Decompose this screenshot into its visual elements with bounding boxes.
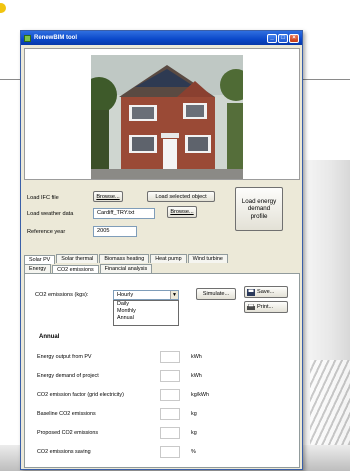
energy-demand-field xyxy=(160,370,180,382)
energy-output-label: Energy output from PV xyxy=(37,354,92,360)
energy-demand-unit: kWh xyxy=(191,373,202,379)
co2-saving-field xyxy=(160,446,180,458)
house-photo xyxy=(91,55,243,179)
load-selected-object-button[interactable]: Load selected object xyxy=(147,191,215,202)
tab-heat-pump[interactable]: Heat pump xyxy=(150,254,187,263)
save-label: Save... xyxy=(257,289,275,295)
tab-solar-thermal[interactable]: Solar thermal xyxy=(56,254,99,263)
save-icon xyxy=(247,288,255,296)
baseline-co2-label: Baseline CO2 emissions xyxy=(37,411,96,417)
browse-weather-button[interactable]: Browse... xyxy=(167,206,197,218)
decorative-dot xyxy=(0,3,6,13)
emission-factor-unit: kg/kWh xyxy=(191,392,209,398)
energy-demand-label: Energy demand of project xyxy=(37,373,99,379)
baseline-co2-field xyxy=(160,408,180,420)
main-tab-bar: Solar PV Solar thermal Biomass heating H… xyxy=(24,254,229,264)
decorative-line xyxy=(302,79,350,80)
maximize-icon[interactable]: □ xyxy=(278,33,288,43)
print-label: Print... xyxy=(257,304,274,310)
co2-emissions-label: CO2 emissions (kgs): xyxy=(35,292,89,298)
load-energy-demand-button[interactable]: Load energy demand profile xyxy=(235,187,283,231)
interval-dropdown: Daily Monthly Annual xyxy=(113,300,179,326)
proposed-co2-unit: kg xyxy=(191,430,197,436)
tab-wind-turbine[interactable]: Wind turbine xyxy=(187,254,228,263)
model-preview-pane xyxy=(24,48,300,180)
app-icon xyxy=(24,34,31,42)
weather-data-label: Load weather data xyxy=(27,211,74,217)
ifc-file-label: Load IFC file xyxy=(27,195,59,201)
print-button[interactable]: Print... xyxy=(244,301,288,313)
reference-year-label: Reference year xyxy=(27,229,66,235)
close-icon[interactable]: × xyxy=(289,33,299,43)
interval-select[interactable]: Hourly ▼ xyxy=(113,290,179,300)
proposed-co2-field xyxy=(160,427,180,439)
minimize-icon[interactable]: _ xyxy=(267,33,277,43)
reference-year-field[interactable]: 2005 xyxy=(93,226,137,237)
annual-heading: Annual xyxy=(39,334,60,340)
co2-saving-unit: % xyxy=(191,449,196,455)
energy-output-field xyxy=(160,351,180,363)
energy-output-unit: kWh xyxy=(191,354,202,360)
simulate-button[interactable]: Simulate... xyxy=(196,288,236,300)
emission-factor-field xyxy=(160,389,180,401)
print-icon xyxy=(247,303,255,310)
option-annual[interactable]: Annual xyxy=(114,315,178,322)
emission-factor-label: CO2 emission factor (grid electricity) xyxy=(37,392,124,398)
save-button[interactable]: Save... xyxy=(244,286,288,298)
baseline-co2-unit: kg xyxy=(191,411,197,417)
tab-energy[interactable]: Energy xyxy=(24,264,52,273)
weather-file-field[interactable]: Cardiff_TRY.txt xyxy=(93,208,155,219)
sub-tab-bar: Energy CO2 emissions Financial analysis xyxy=(24,264,153,274)
co2-saving-label: CO2 emissions saving xyxy=(37,449,91,455)
co2-emissions-panel: CO2 emissions (kgs): Hourly ▼ Daily Mont… xyxy=(24,273,300,468)
browse-ifc-button[interactable]: Browse... xyxy=(93,191,123,202)
option-monthly[interactable]: Monthly xyxy=(114,308,178,315)
chevron-down-icon[interactable]: ▼ xyxy=(170,291,178,299)
tab-solar-pv[interactable]: Solar PV xyxy=(24,255,56,264)
tab-biomass-heating[interactable]: Biomass heating xyxy=(99,254,150,263)
interval-select-value: Hourly xyxy=(117,292,134,298)
option-daily[interactable]: Daily xyxy=(114,301,178,308)
decorative-line xyxy=(0,79,22,80)
proposed-co2-label: Proposed CO2 emissions xyxy=(37,430,99,436)
window-title: RenewBIM tool xyxy=(34,35,77,41)
app-window: RenewBIM tool _ □ × Load IFC file Load w… xyxy=(20,30,303,470)
title-bar[interactable]: RenewBIM tool _ □ × xyxy=(21,31,302,45)
tab-financial-analysis[interactable]: Financial analysis xyxy=(99,264,153,273)
